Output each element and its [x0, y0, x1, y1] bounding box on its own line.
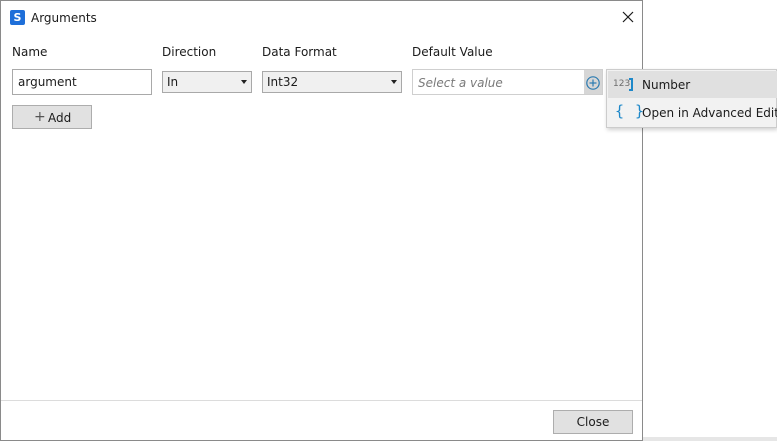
menu-item-label: Number — [642, 78, 691, 92]
plus-circle-icon — [586, 76, 600, 90]
chevron-down-icon — [241, 80, 247, 84]
app-icon: S — [10, 10, 25, 25]
default-value-input[interactable]: Select a value — [412, 69, 603, 95]
direction-select[interactable]: In — [162, 71, 252, 93]
title-bar: S Arguments — [1, 1, 642, 34]
column-header-data-format: Data Format — [262, 45, 337, 59]
close-icon[interactable] — [617, 6, 639, 28]
close-button[interactable]: Close — [553, 410, 633, 434]
curly-braces-icon: { } — [615, 102, 646, 120]
column-header-name: Name — [12, 45, 48, 59]
column-header-default-value: Default Value — [412, 45, 493, 59]
plus-icon: + — [34, 109, 46, 125]
menu-item-open-advanced-editor[interactable]: { } Open in Advanced Editor — [608, 99, 777, 126]
background-area — [643, 0, 777, 441]
direction-value: In — [167, 75, 179, 89]
dialog-title: Arguments — [31, 11, 97, 25]
menu-item-number[interactable]: 123 Number — [608, 71, 777, 98]
add-button-label: Add — [48, 111, 72, 125]
arguments-dialog: S Arguments Name Direction Data Format D… — [0, 0, 643, 441]
add-value-button[interactable] — [584, 70, 602, 94]
number-123-icon: 123 — [613, 77, 633, 91]
chevron-down-icon — [391, 80, 397, 84]
footer-divider — [1, 400, 642, 401]
data-format-select[interactable]: Int32 — [262, 71, 402, 93]
add-argument-button[interactable]: + Add — [12, 105, 92, 129]
default-value-menu: 123 Number { } Open in Advanced Editor — [606, 69, 777, 128]
column-header-direction: Direction — [162, 45, 217, 59]
menu-item-label: Open in Advanced Editor — [642, 106, 777, 120]
background-divider — [643, 437, 777, 441]
argument-name-input[interactable]: argument — [12, 69, 152, 95]
data-format-value: Int32 — [267, 75, 299, 89]
default-value-placeholder: Select a value — [418, 76, 503, 90]
